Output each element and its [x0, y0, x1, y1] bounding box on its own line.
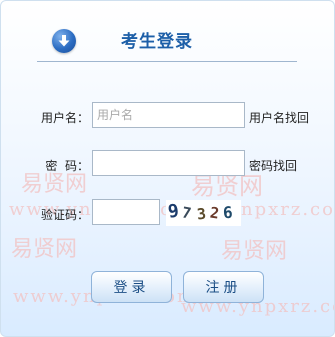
page-title: 考生登录 [121, 32, 193, 52]
login-panel: 易贤网 易贤网 www.ynpxrz.com www.ynpxrz.com 易贤… [0, 0, 335, 337]
password-label: 密 码： [45, 159, 89, 173]
header-divider [37, 61, 297, 62]
register-button[interactable]: 注册 [183, 271, 264, 303]
username-input[interactable] [92, 102, 245, 128]
down-arrow-circle-icon [52, 29, 76, 53]
captcha-image[interactable]: 9 7 3 2 6 [166, 200, 241, 226]
captcha-char: 9 [166, 200, 181, 223]
username-label: 用户名： [40, 111, 89, 125]
captcha-char: 2 [208, 203, 221, 223]
watermark-cn: 易贤网 [221, 239, 288, 264]
captcha-char: 3 [196, 204, 207, 224]
watermark-cn: 易贤网 [11, 237, 78, 262]
captcha-label: 验证码： [40, 208, 89, 222]
captcha-input[interactable] [92, 199, 160, 225]
login-button[interactable]: 登录 [91, 271, 172, 303]
password-input[interactable] [92, 150, 245, 176]
captcha-char: 6 [222, 202, 234, 223]
captcha-char: 7 [180, 203, 193, 223]
username-recover-link[interactable]: 用户名找回 [249, 109, 309, 126]
password-recover-link[interactable]: 密码找回 [249, 157, 297, 174]
